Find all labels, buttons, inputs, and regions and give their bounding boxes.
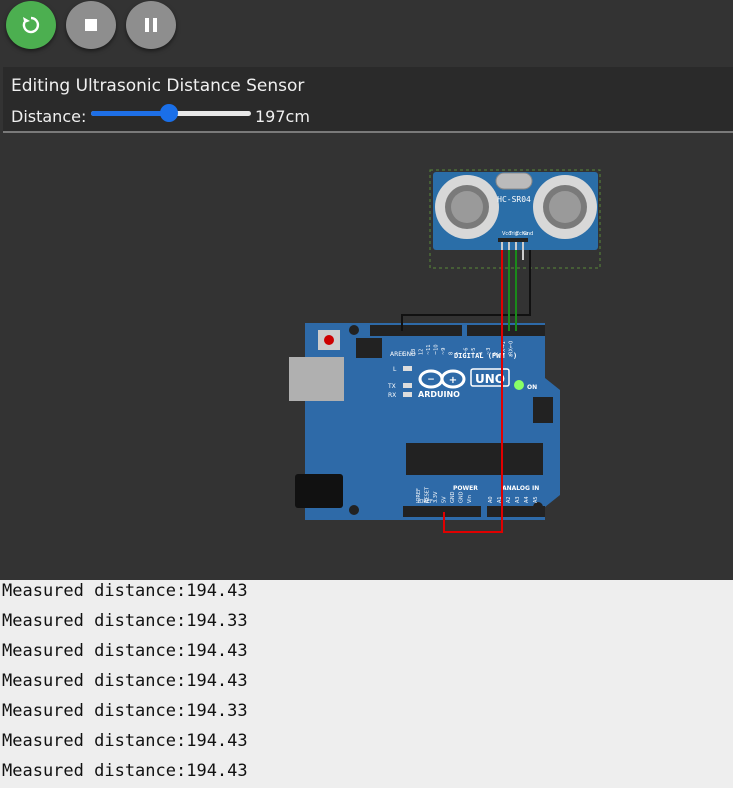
stop-button[interactable] [66, 1, 116, 49]
stop-icon [85, 19, 97, 31]
pin-label: ~5 [471, 348, 477, 355]
sensor-model-label: HC-SR04 [497, 195, 531, 204]
icsp-header-top [356, 338, 382, 358]
simulation-canvas: HC-SR04 Vcc Trig Echo Gnd AREF GND DIGIT… [0, 135, 733, 580]
pin-label: RX←0 [509, 341, 515, 355]
circuit-diagram: HC-SR04 Vcc Trig Echo Gnd AREF GND DIGIT… [289, 169, 601, 533]
pause-button[interactable] [126, 1, 176, 49]
pin-label: ~10 [434, 344, 440, 355]
analog-label: ANALOG IN [502, 485, 539, 492]
serial-monitor[interactable]: Measured distance:194.43 Measured distanc… [0, 580, 733, 788]
pin-label: 3.3V [433, 491, 439, 503]
power-label: POWER [453, 485, 478, 492]
analog-header [487, 506, 545, 517]
svg-text:−: − [427, 375, 435, 385]
on-label: ON [527, 384, 537, 391]
sensor-edit-panel: Editing Ultrasonic Distance Sensor Dista… [3, 67, 733, 133]
distance-slider[interactable] [91, 104, 251, 122]
serial-output-line: Measured distance:194.43 [2, 761, 248, 781]
pin-label: 5V [442, 496, 448, 503]
pin-label: IOREF [416, 488, 422, 503]
svg-text:+: + [449, 375, 457, 386]
wire-gnd [401, 250, 531, 331]
pause-icon [145, 18, 157, 32]
crystal [495, 172, 533, 190]
pin-label: ~6 [464, 348, 470, 355]
pin-label: A3 [515, 496, 521, 503]
digital-header-high [370, 325, 462, 336]
pin-label: A4 [524, 496, 530, 503]
pin-label-gnd: Gnd [523, 231, 533, 237]
power-header [403, 506, 481, 517]
power-jack [295, 474, 343, 508]
pin-label: A0 [488, 496, 494, 503]
serial-output-line: Measured distance:194.43 [2, 731, 248, 751]
pin-label: 2 [494, 352, 500, 355]
atmega-chip [406, 443, 543, 475]
sensor-header [498, 238, 528, 242]
pin-label: GND [450, 491, 456, 503]
slider-thumb[interactable] [160, 104, 179, 122]
pin-label: 4 [479, 352, 485, 355]
pin-label: 7 [456, 352, 462, 355]
rx-label: RX [388, 392, 396, 399]
arduino-uno-board[interactable]: AREF GND DIGITAL (PWM ~) L TX RX − + ARD… [289, 323, 560, 520]
icsp-header-side [533, 397, 553, 423]
serial-output-line: Measured distance:194.43 [2, 671, 248, 691]
pin-label: Vin [467, 495, 473, 503]
tx-led [403, 383, 412, 388]
pin-label: 8 [449, 352, 455, 355]
pin-label: GND [459, 491, 465, 503]
restart-button[interactable] [6, 1, 56, 49]
pin-label: 13 [411, 349, 417, 355]
pin-label: 12 [419, 349, 425, 355]
arduino-brand-label: ARDUINO [418, 390, 460, 399]
distance-label: Distance: [11, 107, 87, 126]
panel-title: Editing Ultrasonic Distance Sensor [11, 76, 305, 96]
rx-led [403, 392, 412, 397]
pin-label: ~9 [441, 348, 447, 355]
tx-label: TX [387, 383, 396, 390]
pin-label: A2 [506, 496, 512, 503]
power-led [514, 380, 524, 390]
serial-output-line: Measured distance:194.33 [2, 611, 248, 631]
uno-label: UNO [475, 372, 505, 386]
restart-icon [22, 16, 40, 34]
pin-label: ~3 [486, 348, 492, 355]
svg-text:Vcc Trig Echo: Vcc Trig Echo Gnd [502, 231, 533, 237]
l-led [403, 366, 412, 371]
slider-fill [91, 111, 170, 116]
serial-output-line: Measured distance:194.43 [2, 641, 248, 661]
toolbar [0, 0, 733, 66]
pin-label: A5 [533, 496, 539, 503]
serial-output-line: Measured distance:194.43 [2, 581, 248, 601]
pin-label: RESET [425, 486, 431, 503]
serial-output-line: Measured distance:194.33 [2, 701, 248, 721]
pin-label: ~11 [426, 344, 432, 355]
distance-value: 197cm [255, 107, 310, 126]
usb-port [289, 357, 344, 401]
digital-header-low [467, 325, 545, 336]
